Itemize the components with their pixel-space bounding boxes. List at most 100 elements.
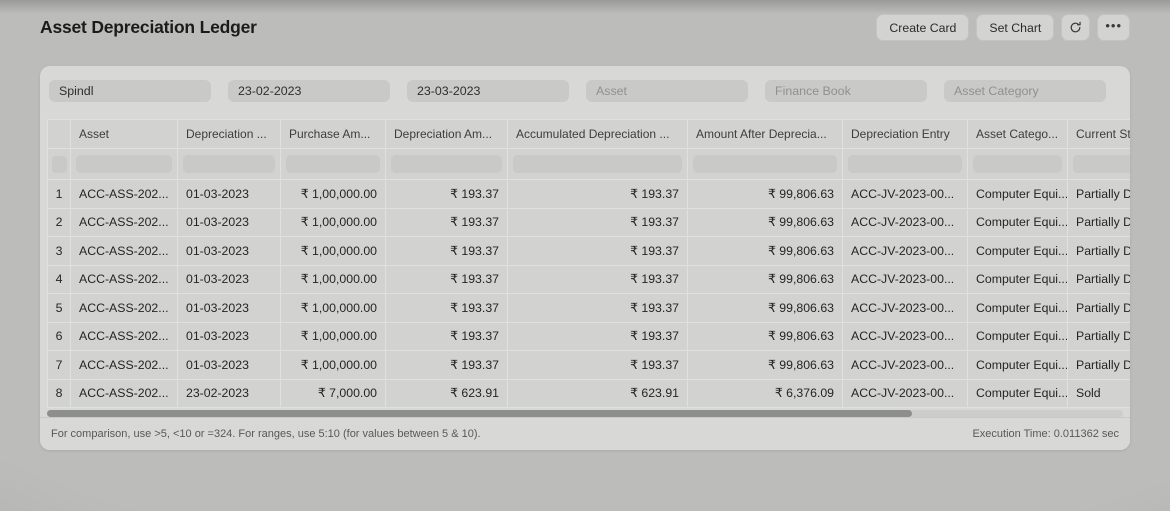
table-cell[interactable]: Computer Equi...: [968, 351, 1068, 380]
from-date-filter-input[interactable]: [228, 80, 390, 102]
table-cell[interactable]: ₹ 623.91: [386, 380, 508, 409]
table-cell[interactable]: ₹ 99,806.63: [688, 294, 843, 323]
create-card-button[interactable]: Create Card: [876, 14, 969, 41]
table-cell[interactable]: ₹ 1,00,000.00: [281, 294, 386, 323]
company-filter-input[interactable]: [49, 80, 211, 102]
table-cell[interactable]: ₹ 6,376.09: [688, 380, 843, 409]
table-cell[interactable]: ACC-ASS-202...: [71, 323, 178, 352]
table-cell[interactable]: Computer Equi...: [968, 237, 1068, 266]
table-cell[interactable]: Computer Equi...: [968, 180, 1068, 209]
table-cell[interactable]: Partially Depreciated: [1068, 180, 1130, 209]
table-row[interactable]: 7ACC-ASS-202...01-03-2023₹ 1,00,000.00₹ …: [48, 351, 1130, 380]
column-filter-input[interactable]: [973, 155, 1062, 173]
table-cell[interactable]: Sold: [1068, 380, 1130, 409]
table-cell[interactable]: ACC-JV-2023-00...: [843, 180, 968, 209]
column-filter-input[interactable]: [1073, 155, 1130, 173]
table-cell[interactable]: Partially Depreciated: [1068, 294, 1130, 323]
table-cell[interactable]: ₹ 99,806.63: [688, 180, 843, 209]
to-date-filter-input[interactable]: [407, 80, 569, 102]
table-cell[interactable]: 01-03-2023: [178, 237, 281, 266]
scrollbar-thumb[interactable]: [47, 410, 912, 417]
table-cell[interactable]: ₹ 193.37: [386, 266, 508, 295]
table-cell[interactable]: 01-03-2023: [178, 266, 281, 295]
column-header[interactable]: Asset Catego...: [968, 120, 1068, 149]
table-cell[interactable]: ₹ 7,000.00: [281, 380, 386, 409]
menu-button[interactable]: •••: [1097, 14, 1130, 41]
table-cell[interactable]: ₹ 193.37: [508, 237, 688, 266]
table-cell[interactable]: ₹ 1,00,000.00: [281, 266, 386, 295]
column-filter-input[interactable]: [513, 155, 682, 173]
table-cell[interactable]: ACC-JV-2023-00...: [843, 323, 968, 352]
table-row[interactable]: 3ACC-ASS-202...01-03-2023₹ 1,00,000.00₹ …: [48, 237, 1130, 266]
table-cell[interactable]: ₹ 193.37: [508, 351, 688, 380]
column-header[interactable]: Accumulated Depreciation ...: [508, 120, 688, 149]
table-cell[interactable]: ₹ 99,806.63: [688, 266, 843, 295]
table-cell[interactable]: 01-03-2023: [178, 180, 281, 209]
column-filter-input[interactable]: [286, 155, 380, 173]
column-header[interactable]: Depreciation ...: [178, 120, 281, 149]
column-filter-input[interactable]: [848, 155, 962, 173]
table-cell[interactable]: ₹ 623.91: [508, 380, 688, 409]
table-cell[interactable]: ACC-ASS-202...: [71, 380, 178, 409]
refresh-button[interactable]: [1061, 14, 1090, 41]
table-cell[interactable]: ACC-ASS-202...: [71, 294, 178, 323]
table-cell[interactable]: ₹ 193.37: [386, 180, 508, 209]
finance-book-filter-input[interactable]: [765, 80, 927, 102]
table-cell[interactable]: ₹ 1,00,000.00: [281, 237, 386, 266]
table-cell[interactable]: ₹ 193.37: [508, 180, 688, 209]
table-cell[interactable]: Partially Depreciated: [1068, 209, 1130, 238]
table-cell[interactable]: Computer Equi...: [968, 294, 1068, 323]
table-cell[interactable]: 23-02-2023: [178, 380, 281, 409]
table-cell[interactable]: Partially Depreciated: [1068, 237, 1130, 266]
table-cell[interactable]: ₹ 193.37: [508, 323, 688, 352]
table-cell[interactable]: ACC-JV-2023-00...: [843, 266, 968, 295]
table-cell[interactable]: ₹ 193.37: [386, 237, 508, 266]
table-cell[interactable]: ₹ 1,00,000.00: [281, 209, 386, 238]
column-header[interactable]: Purchase Am...: [281, 120, 386, 149]
table-cell[interactable]: 01-03-2023: [178, 209, 281, 238]
column-filter-input[interactable]: [693, 155, 837, 173]
table-cell[interactable]: ₹ 193.37: [508, 209, 688, 238]
column-header[interactable]: Depreciation Entry: [843, 120, 968, 149]
table-cell[interactable]: ₹ 193.37: [386, 209, 508, 238]
table-cell[interactable]: ₹ 193.37: [508, 294, 688, 323]
row-select-box[interactable]: [52, 156, 67, 173]
table-cell[interactable]: ₹ 193.37: [386, 294, 508, 323]
column-filter-input[interactable]: [391, 155, 502, 173]
table-row[interactable]: 8ACC-ASS-202...23-02-2023₹ 7,000.00₹ 623…: [48, 380, 1130, 409]
column-filter-input[interactable]: [76, 155, 172, 173]
table-cell[interactable]: ACC-JV-2023-00...: [843, 209, 968, 238]
table-cell[interactable]: ₹ 1,00,000.00: [281, 323, 386, 352]
asset-category-filter-input[interactable]: [944, 80, 1106, 102]
table-cell[interactable]: ₹ 193.37: [386, 351, 508, 380]
column-header[interactable]: Current Status: [1068, 120, 1130, 149]
table-cell[interactable]: 01-03-2023: [178, 351, 281, 380]
column-header[interactable]: Depreciation Am...: [386, 120, 508, 149]
table-cell[interactable]: ACC-JV-2023-00...: [843, 380, 968, 409]
table-cell[interactable]: Partially Depreciated: [1068, 351, 1130, 380]
table-cell[interactable]: 01-03-2023: [178, 294, 281, 323]
table-row[interactable]: 5ACC-ASS-202...01-03-2023₹ 1,00,000.00₹ …: [48, 294, 1130, 323]
table-cell[interactable]: ACC-ASS-202...: [71, 351, 178, 380]
table-row[interactable]: 4ACC-ASS-202...01-03-2023₹ 1,00,000.00₹ …: [48, 266, 1130, 295]
table-cell[interactable]: Partially Depreciated: [1068, 266, 1130, 295]
table-row[interactable]: 2ACC-ASS-202...01-03-2023₹ 1,00,000.00₹ …: [48, 209, 1130, 238]
table-cell[interactable]: ACC-JV-2023-00...: [843, 294, 968, 323]
table-cell[interactable]: ₹ 1,00,000.00: [281, 351, 386, 380]
column-header[interactable]: Asset: [71, 120, 178, 149]
table-cell[interactable]: ₹ 193.37: [386, 323, 508, 352]
column-filter-input[interactable]: [183, 155, 275, 173]
column-header[interactable]: Amount After Deprecia...: [688, 120, 843, 149]
table-cell[interactable]: ₹ 99,806.63: [688, 323, 843, 352]
table-cell[interactable]: Computer Equi...: [968, 266, 1068, 295]
set-chart-button[interactable]: Set Chart: [976, 14, 1054, 41]
table-cell[interactable]: ₹ 1,00,000.00: [281, 180, 386, 209]
table-cell[interactable]: 01-03-2023: [178, 323, 281, 352]
horizontal-scrollbar[interactable]: [47, 410, 1123, 417]
asset-filter-input[interactable]: [586, 80, 748, 102]
table-cell[interactable]: ₹ 193.37: [508, 266, 688, 295]
table-cell[interactable]: Computer Equi...: [968, 209, 1068, 238]
table-cell[interactable]: Partially Depreciated: [1068, 323, 1130, 352]
table-cell[interactable]: Computer Equi...: [968, 323, 1068, 352]
table-cell[interactable]: ACC-JV-2023-00...: [843, 237, 968, 266]
